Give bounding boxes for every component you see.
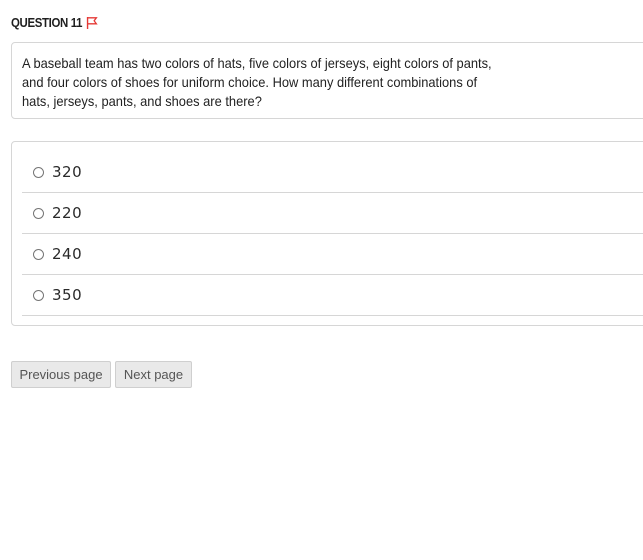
answer-label: 240 bbox=[52, 245, 83, 263]
question-text-line: and four colors of shoes for uniform cho… bbox=[22, 74, 478, 90]
answer-option[interactable]: 240 bbox=[22, 234, 643, 275]
answer-label: 320 bbox=[52, 163, 83, 181]
answer-options: 320 220 240 350 bbox=[11, 141, 643, 326]
question-header: QUESTION 11 bbox=[11, 15, 98, 30]
question-number: QUESTION 11 bbox=[11, 15, 83, 30]
next-page-button[interactable]: Next page bbox=[115, 361, 192, 388]
answer-label: 220 bbox=[52, 204, 83, 222]
previous-page-button[interactable]: Previous page bbox=[11, 361, 111, 388]
question-text-line: hats, jerseys, pants, and shoes are ther… bbox=[22, 93, 262, 109]
radio-button[interactable] bbox=[33, 248, 44, 260]
question-text: A baseball team has two colors of hats, … bbox=[22, 54, 611, 111]
answer-option[interactable]: 220 bbox=[22, 193, 643, 234]
flag-icon[interactable] bbox=[86, 16, 98, 30]
answer-option[interactable]: 320 bbox=[22, 152, 643, 193]
answer-option[interactable]: 350 bbox=[22, 275, 643, 316]
question-text-line: A baseball team has two colors of hats, … bbox=[22, 55, 492, 71]
question-text-box: A baseball team has two colors of hats, … bbox=[11, 42, 643, 119]
radio-button[interactable] bbox=[33, 166, 44, 178]
answer-label: 350 bbox=[52, 286, 83, 304]
radio-button[interactable] bbox=[33, 207, 44, 219]
radio-button[interactable] bbox=[33, 289, 44, 301]
